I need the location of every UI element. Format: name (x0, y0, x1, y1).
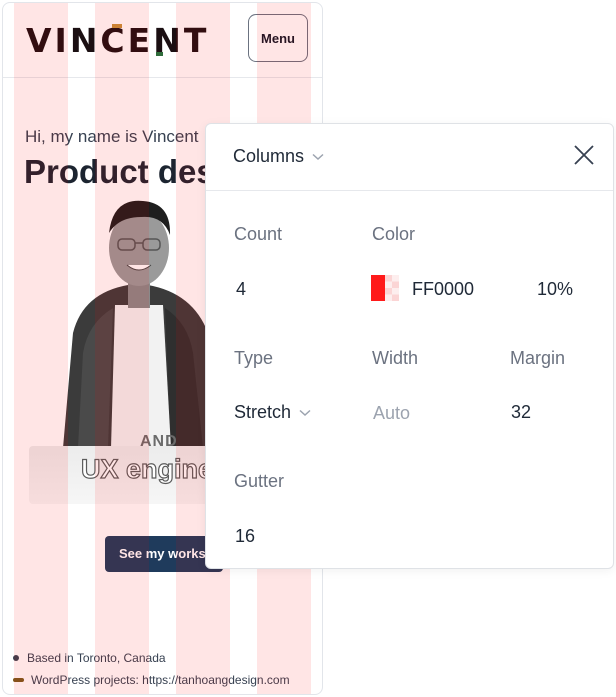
grid-column (14, 3, 68, 694)
count-input[interactable]: 4 (236, 279, 246, 300)
gutter-label: Gutter (234, 471, 285, 491)
footer-wordpress-text: WordPress projects: https://tanhoangdesi… (31, 673, 290, 687)
close-icon[interactable] (573, 144, 595, 166)
panel-header: Columns (206, 124, 613, 191)
margin-label: Margin (510, 348, 566, 368)
color-opacity-input[interactable]: 10% (537, 279, 573, 300)
logo-accent-mark (156, 52, 163, 56)
grid-type-dropdown[interactable]: Columns (233, 146, 324, 167)
color-label: Color (372, 224, 416, 244)
type-select[interactable]: Stretch (234, 402, 311, 423)
width-input[interactable]: Auto (373, 403, 410, 424)
columns-grid-panel: Columns Count Color 4 FF0000 10% Type Wi… (205, 123, 614, 569)
panel-title-text: Columns (233, 146, 305, 166)
gutter-input[interactable]: 16 (235, 526, 255, 547)
color-hex-input[interactable]: FF0000 (412, 279, 474, 300)
width-label: Width (372, 348, 419, 368)
chevron-down-icon (299, 409, 311, 416)
count-label: Count (234, 224, 283, 244)
color-swatch-icon[interactable] (371, 275, 399, 301)
type-select-value: Stretch (234, 402, 292, 422)
grid-column (95, 3, 149, 694)
margin-input[interactable]: 32 (511, 402, 531, 423)
chevron-down-icon (312, 153, 324, 160)
type-label: Type (234, 348, 274, 368)
